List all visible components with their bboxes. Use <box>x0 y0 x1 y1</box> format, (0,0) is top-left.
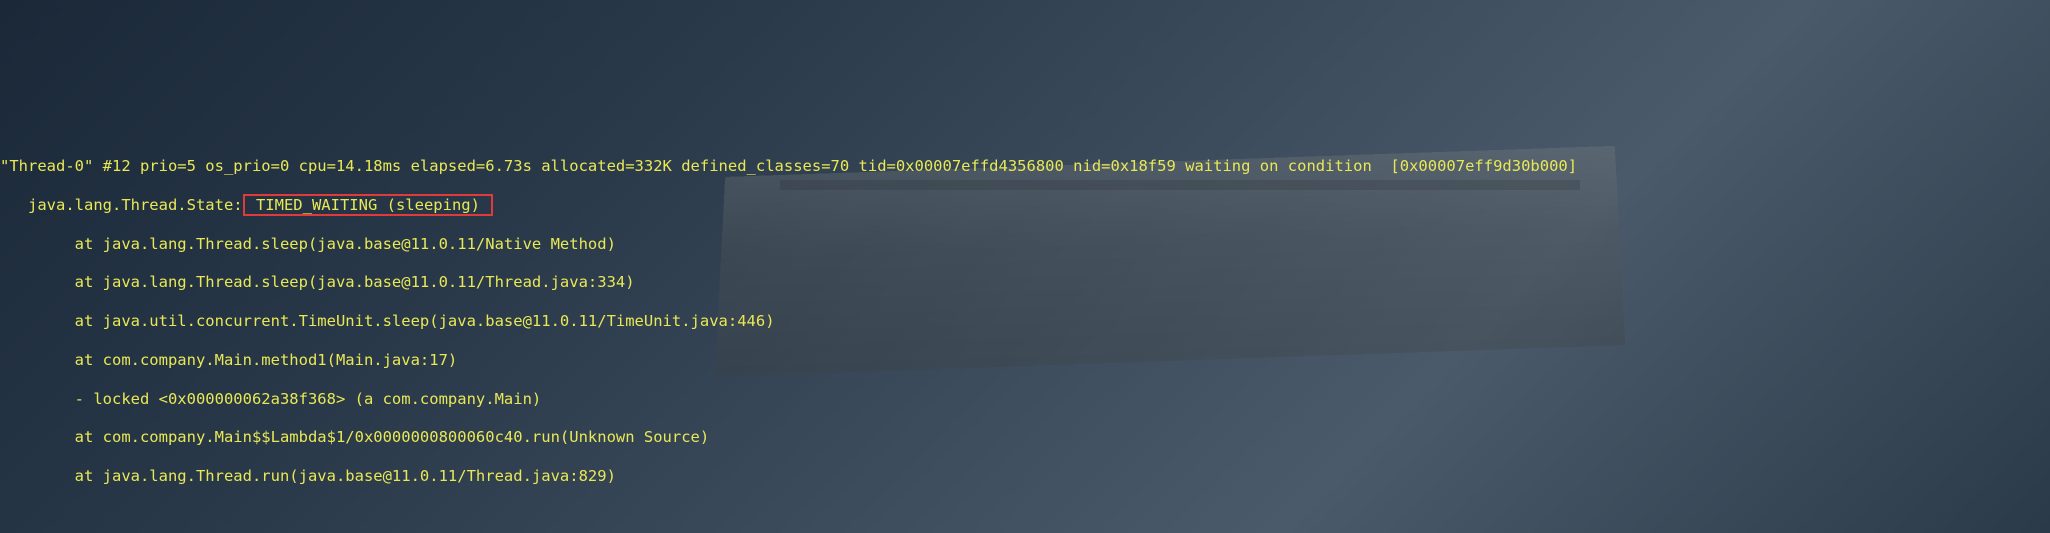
stack-frame: - locked <0x000000062a38f368> (a com.com… <box>0 390 2050 409</box>
thread-header: "Thread-0" #12 prio=5 os_prio=0 cpu=14.1… <box>0 157 2050 176</box>
thread-state-line: java.lang.Thread.State: TIMED_WAITING (s… <box>0 196 2050 215</box>
stack-frame: at java.lang.Thread.sleep(java.base@11.0… <box>0 235 2050 254</box>
stack-frame: at java.lang.Thread.sleep(java.base@11.0… <box>0 273 2050 292</box>
stack-frame: at com.company.Main.method1(Main.java:17… <box>0 351 2050 370</box>
thread-dump-output: "Thread-0" #12 prio=5 os_prio=0 cpu=14.1… <box>0 136 2050 533</box>
stack-frame: at com.company.Main$$Lambda$1/0x00000008… <box>0 428 2050 447</box>
stack-frame: at java.lang.Thread.run(java.base@11.0.1… <box>0 467 2050 486</box>
thread-state-prefix: java.lang.Thread.State: <box>0 196 243 214</box>
thread-state-highlight: TIMED_WAITING (sleeping) <box>243 194 494 216</box>
stack-frame: at java.util.concurrent.TimeUnit.sleep(j… <box>0 312 2050 331</box>
blank-line <box>0 506 2050 525</box>
